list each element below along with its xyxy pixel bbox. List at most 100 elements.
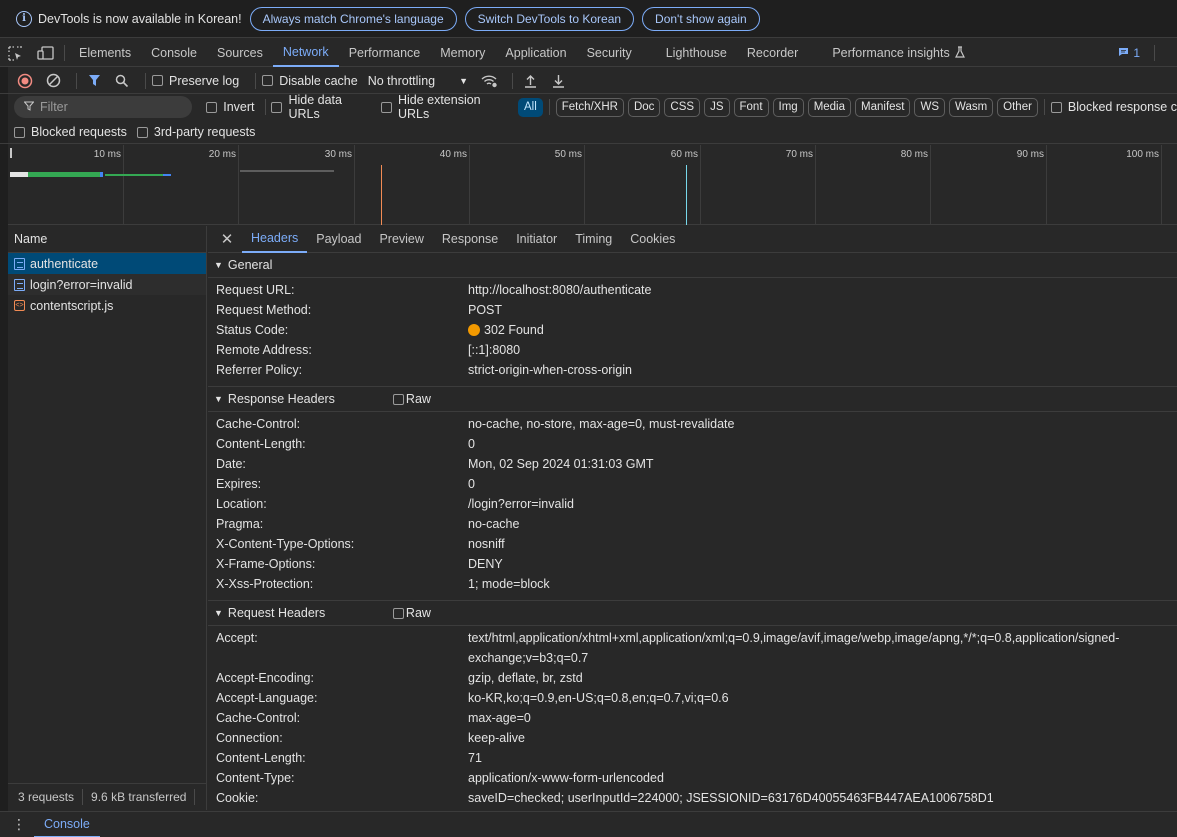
throttling-select[interactable]: No throttling ▼ bbox=[368, 74, 468, 88]
response-raw-box[interactable] bbox=[392, 393, 404, 405]
type-filter-all[interactable]: All bbox=[518, 97, 543, 117]
hide-extension-urls-label: Hide extension URLs bbox=[397, 93, 481, 121]
type-filter-wasm[interactable]: Wasm bbox=[949, 97, 994, 117]
header-value: 1; mode=block bbox=[468, 577, 550, 591]
request-row[interactable]: login?error=invalid bbox=[8, 274, 206, 295]
tab-network[interactable]: Network bbox=[272, 40, 339, 67]
request-raw-checkbox[interactable]: Raw bbox=[392, 606, 431, 620]
type-filter-font[interactable]: Font bbox=[733, 97, 769, 117]
tab-elements[interactable]: Elements bbox=[69, 40, 141, 67]
request-raw-box[interactable] bbox=[392, 607, 404, 619]
blocked-response-cookies-checkbox[interactable]: Blocked response c bbox=[1050, 100, 1177, 114]
type-filter-ws[interactable]: WS bbox=[914, 97, 946, 117]
header-key: Expires: bbox=[216, 477, 262, 491]
header-row: Content-Type: application/x-www-form-urle… bbox=[208, 768, 1177, 788]
hide-data-urls-label: Hide data URLs bbox=[288, 93, 342, 121]
overview-gridline bbox=[123, 145, 124, 224]
tab-performance-insights[interactable]: Performance insights bbox=[822, 40, 974, 67]
close-icon[interactable]: ✕ bbox=[216, 230, 238, 248]
tab-headers[interactable]: Headers bbox=[242, 226, 308, 253]
blocked-requests-checkbox[interactable]: Blocked requests bbox=[14, 125, 127, 139]
preserve-log-checkbox[interactable]: Preserve log bbox=[152, 74, 239, 88]
tab-memory[interactable]: Memory bbox=[430, 40, 495, 67]
request-row[interactable]: <> contentscript.js bbox=[8, 295, 206, 316]
clear-icon[interactable] bbox=[42, 70, 64, 92]
preserve-log-label: Preserve log bbox=[169, 73, 240, 88]
third-party-box[interactable] bbox=[136, 126, 148, 138]
invert-checkbox[interactable]: Invert bbox=[206, 100, 255, 114]
filter-bar: Filter Invert Hide data URLs Hide extens… bbox=[0, 93, 1177, 121]
overview-tick-label: 100 ms bbox=[1126, 149, 1159, 160]
hide-extension-urls-checkbox[interactable]: Hide extension URLs bbox=[380, 93, 508, 121]
type-filter-media[interactable]: Media bbox=[807, 97, 852, 117]
dont-show-again-button[interactable]: Don't show again bbox=[642, 6, 760, 31]
hide-data-urls-box[interactable] bbox=[271, 101, 283, 113]
tab-timing[interactable]: Timing bbox=[566, 226, 621, 253]
header-value: POST bbox=[468, 303, 503, 317]
hide-data-urls-checkbox[interactable]: Hide data URLs bbox=[271, 93, 370, 121]
type-filter-other[interactable]: Other bbox=[997, 97, 1038, 117]
request-headers-section-header[interactable]: ▼ Request Headers Raw bbox=[208, 601, 1177, 626]
raw-label: Raw bbox=[405, 606, 431, 620]
request-row[interactable]: authenticate bbox=[8, 253, 206, 274]
disable-cache-checkbox[interactable]: Disable cache bbox=[262, 74, 358, 88]
tab-security[interactable]: Security bbox=[577, 40, 642, 67]
tab-cookies[interactable]: Cookies bbox=[621, 226, 684, 253]
tab-preview[interactable]: Preview bbox=[370, 226, 432, 253]
infobar-message: DevTools is now available in Korean! bbox=[38, 11, 242, 26]
header-key: Cache-Control: bbox=[216, 417, 301, 431]
load-event-marker bbox=[686, 165, 687, 225]
header-key: X-Content-Type-Options: bbox=[216, 537, 355, 551]
export-har-icon[interactable] bbox=[547, 70, 569, 92]
filter-input[interactable]: Filter bbox=[14, 96, 193, 118]
tab-response[interactable]: Response bbox=[433, 226, 507, 253]
preserve-log-box[interactable] bbox=[152, 75, 163, 86]
header-row: Accept-Language: ko-KR,ko;q=0.9,en-US;q=0… bbox=[208, 688, 1177, 708]
tab-recorder[interactable]: Recorder bbox=[737, 40, 808, 67]
drawer-tab-console[interactable]: Console bbox=[34, 812, 100, 837]
type-filter-manifest[interactable]: Manifest bbox=[855, 97, 911, 117]
blocked-response-box[interactable] bbox=[1050, 101, 1062, 113]
tab-performance[interactable]: Performance bbox=[339, 40, 431, 67]
toolbar-divider bbox=[255, 72, 257, 89]
switch-to-korean-button[interactable]: Switch DevTools to Korean bbox=[464, 6, 635, 31]
header-key: Accept-Encoding: bbox=[216, 671, 314, 685]
invert-box[interactable] bbox=[206, 101, 218, 113]
hide-extension-urls-box[interactable] bbox=[380, 101, 392, 113]
issues-counter[interactable]: 1 bbox=[1118, 45, 1177, 61]
disable-cache-box[interactable] bbox=[262, 75, 274, 86]
type-filter-img[interactable]: Img bbox=[772, 97, 804, 117]
tab-initiator[interactable]: Initiator bbox=[507, 226, 566, 253]
more-options-icon[interactable]: ⋮ bbox=[12, 816, 34, 833]
overview-tick-label: 80 ms bbox=[900, 149, 928, 160]
expand-triangle-icon: ▼ bbox=[214, 260, 223, 270]
network-overview-timeline[interactable]: 10 ms 20 ms 30 ms 40 ms 50 ms 60 ms 70 m… bbox=[8, 145, 1177, 225]
type-filter-css[interactable]: CSS bbox=[664, 97, 701, 117]
type-filter-doc[interactable]: Doc bbox=[627, 97, 661, 117]
tab-console[interactable]: Console bbox=[141, 40, 207, 67]
third-party-requests-checkbox[interactable]: 3rd-party requests bbox=[136, 125, 255, 139]
tab-application[interactable]: Application bbox=[495, 40, 576, 67]
response-headers-section-header[interactable]: ▼ Response Headers Raw bbox=[208, 387, 1177, 412]
search-icon[interactable] bbox=[111, 70, 133, 92]
general-section-header[interactable]: ▼ General bbox=[208, 253, 1177, 278]
type-filter-js[interactable]: JS bbox=[704, 97, 730, 117]
response-raw-checkbox[interactable]: Raw bbox=[392, 392, 431, 406]
tab-lighthouse[interactable]: Lighthouse bbox=[656, 40, 737, 67]
inspect-element-icon[interactable] bbox=[0, 45, 30, 61]
type-filter-fetch-xhr[interactable]: Fetch/XHR bbox=[555, 97, 624, 117]
network-conditions-icon[interactable] bbox=[478, 70, 500, 92]
import-har-icon[interactable] bbox=[519, 70, 541, 92]
tab-sources[interactable]: Sources bbox=[207, 40, 273, 67]
device-toolbar-icon[interactable] bbox=[30, 46, 60, 60]
always-match-language-button[interactable]: Always match Chrome's language bbox=[249, 6, 457, 31]
blocked-requests-box[interactable] bbox=[14, 126, 25, 138]
name-column-header[interactable]: Name bbox=[8, 226, 206, 253]
issues-icon bbox=[1118, 46, 1129, 60]
filter-icon[interactable] bbox=[83, 70, 105, 92]
overview-gridline bbox=[238, 145, 239, 224]
general-section-body: Request URL: http://localhost:8080/authen… bbox=[208, 278, 1177, 387]
tab-payload[interactable]: Payload bbox=[307, 226, 370, 253]
stop-recording-icon[interactable] bbox=[14, 70, 36, 92]
summary-divider bbox=[194, 789, 196, 805]
